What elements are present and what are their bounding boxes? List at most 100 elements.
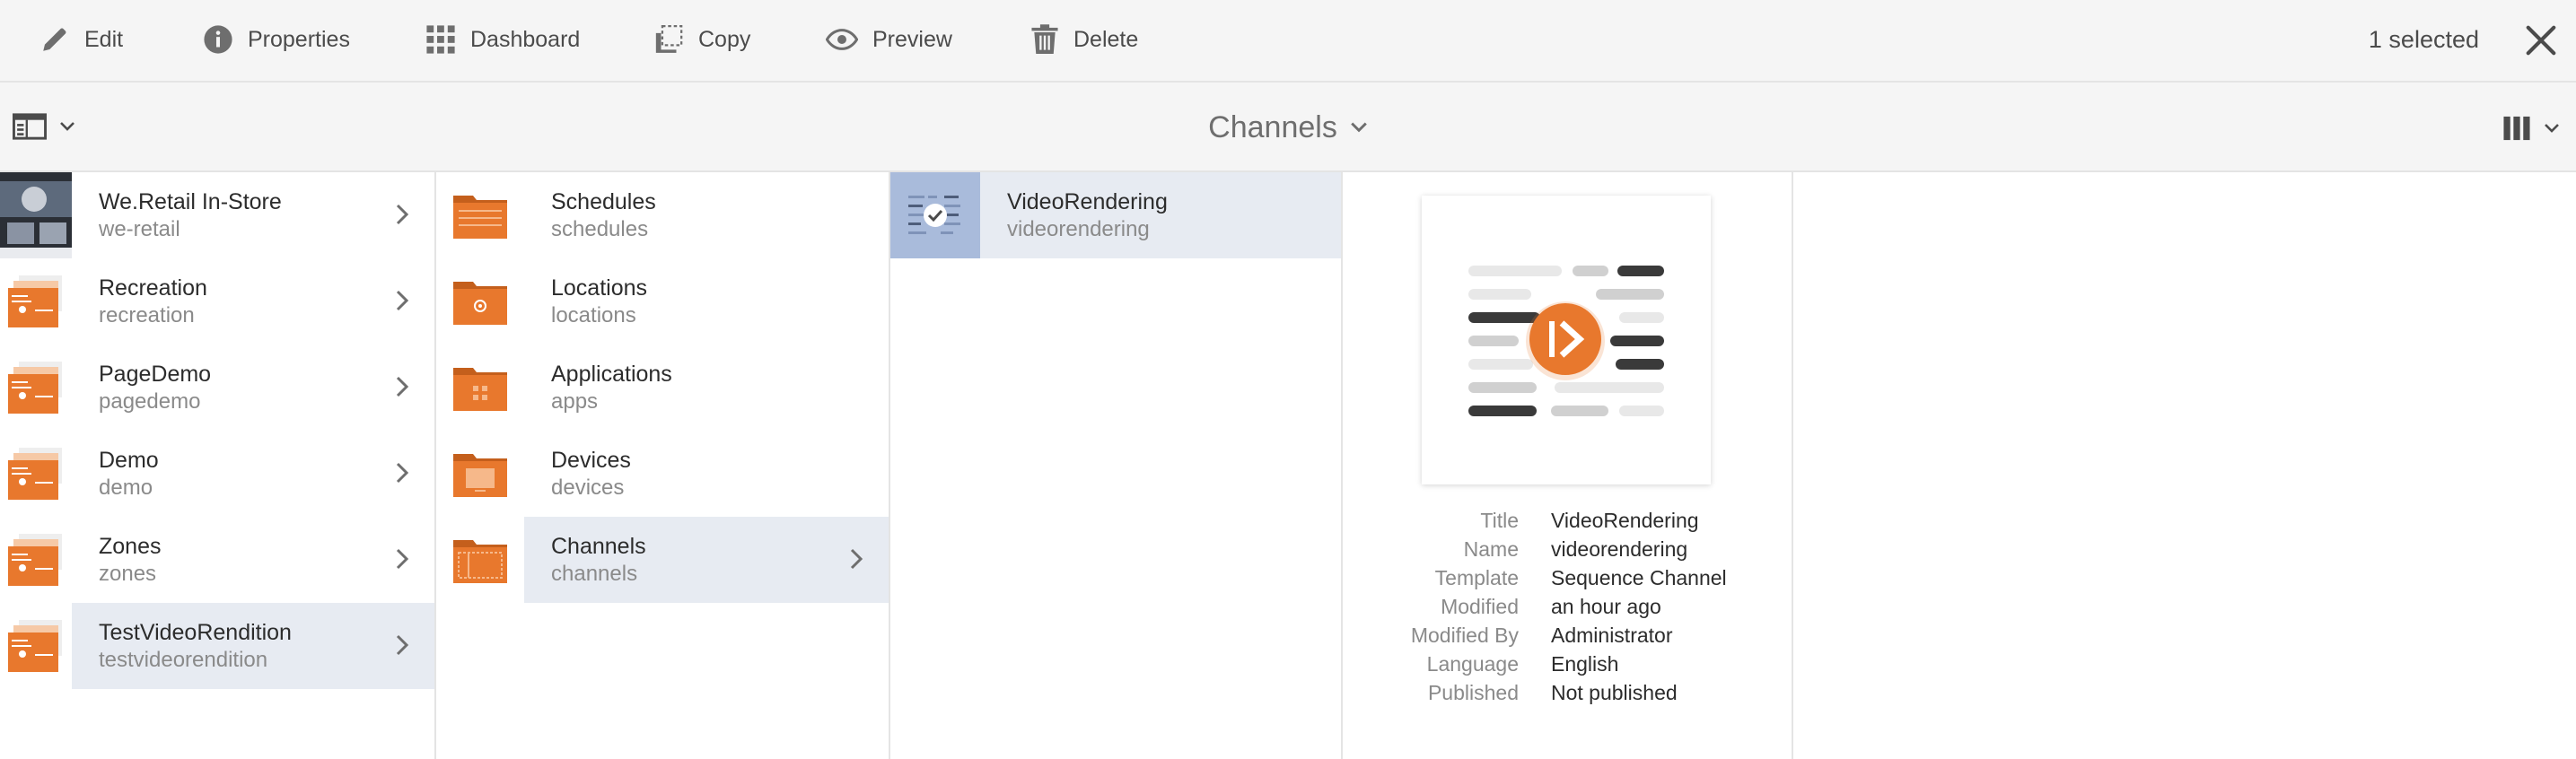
title-bar: Channels (0, 83, 2576, 172)
chevron-right-icon (396, 290, 409, 311)
item-title: Demo (99, 448, 159, 473)
item-title: VideoRendering (1007, 189, 1168, 214)
item-title: PageDemo (99, 362, 212, 387)
item-name: pagedemo (99, 389, 201, 414)
selected-thumbnail (890, 172, 980, 258)
meta-label: Modified (1441, 594, 1519, 618)
item-name: zones (99, 562, 157, 586)
meta-row: Name videorendering (1343, 535, 1793, 563)
details-panel: Title VideoRendering Name videorendering… (1343, 172, 1793, 759)
item-title: We.Retail In-Store (99, 189, 282, 214)
list-item[interactable]: Demo demo (0, 431, 434, 517)
list-item[interactable]: VideoRendering videorendering (890, 172, 1341, 258)
properties-label: Properties (248, 26, 350, 52)
grid-icon (426, 25, 455, 54)
chevron-down-icon[interactable] (1350, 121, 1368, 134)
column-3: VideoRendering videorendering (890, 172, 1343, 759)
selection-count: 1 selected (2368, 25, 2479, 53)
title-area: Channels (0, 83, 2576, 172)
chevron-right-icon (396, 548, 409, 570)
meta-value: an hour ago (1551, 594, 1661, 618)
item-name: we-retail (99, 217, 180, 241)
info-icon (204, 25, 232, 54)
list-item[interactable]: Locations locations (436, 258, 889, 345)
meta-label: Name (1463, 537, 1519, 561)
meta-value: Sequence Channel (1551, 565, 1727, 589)
list-item[interactable]: Zones zones (0, 517, 434, 603)
meta-label: Published (1427, 680, 1519, 704)
list-item[interactable]: Devices devices (436, 431, 889, 517)
dashboard-label: Dashboard (470, 26, 581, 52)
list-item[interactable]: Channels channels (436, 517, 889, 603)
eye-icon (826, 29, 858, 50)
preview-thumbnail (1422, 196, 1711, 484)
meta-row: Language English (1343, 650, 1793, 678)
item-name: testvideorendition (99, 648, 268, 672)
preview-button[interactable]: Preview (826, 0, 952, 79)
action-bar: Edit Properties Dashboard Copy Preview D… (0, 0, 2576, 83)
meta-row: Published Not published (1343, 678, 1793, 707)
page-title: Channels (1208, 109, 1337, 144)
chevron-right-icon (396, 634, 409, 656)
copy-button[interactable]: Copy (653, 0, 750, 79)
folder-icon (436, 258, 524, 345)
trash-icon (1031, 24, 1058, 54)
meta-label: Language (1426, 651, 1519, 676)
list-item[interactable]: Applications apps (436, 345, 889, 431)
list-item[interactable]: Schedules schedules (436, 172, 889, 258)
dashboard-button[interactable]: Dashboard (425, 0, 580, 79)
meta-row: Modified By Administrator (1343, 621, 1793, 650)
chevron-right-icon (396, 204, 409, 225)
meta-value: Administrator (1551, 623, 1673, 647)
item-title: Locations (551, 275, 648, 301)
view-switcher-button[interactable] (2502, 115, 2560, 142)
meta-value: Not published (1551, 680, 1678, 704)
item-title: Applications (551, 362, 672, 387)
item-name: apps (551, 389, 599, 414)
meta-value: videorendering (1551, 537, 1688, 561)
meta-value: English (1551, 651, 1619, 676)
preview-label: Preview (872, 26, 952, 52)
meta-row: Template Sequence Channel (1343, 563, 1793, 592)
item-title: Devices (551, 448, 631, 473)
channel-stack-icon (0, 603, 72, 689)
play-icon (1529, 303, 1601, 375)
item-title: Channels (551, 534, 646, 559)
channel-stack-icon (0, 517, 72, 603)
edit-button[interactable]: Edit (39, 0, 123, 79)
copy-label: Copy (698, 26, 751, 52)
chevron-right-icon (396, 376, 409, 397)
properties-button[interactable]: Properties (203, 0, 350, 79)
item-title: Schedules (551, 189, 656, 214)
item-name: channels (551, 562, 638, 586)
item-name: videorendering (1007, 217, 1150, 241)
list-item[interactable]: PageDemo pagedemo (0, 345, 434, 431)
column-view: We.Retail In-Store we-retail Recreation … (0, 172, 2576, 759)
column-view-icon (2503, 116, 2530, 141)
delete-button[interactable]: Delete (1030, 0, 1138, 79)
item-title: TestVideoRendition (99, 620, 292, 645)
item-name: schedules (551, 217, 649, 241)
meta-value: VideoRendering (1551, 508, 1699, 532)
item-thumbnail (0, 172, 72, 258)
channel-stack-icon (0, 345, 72, 431)
column-2: Schedules schedules Locations locations … (436, 172, 890, 759)
folder-icon (436, 172, 524, 258)
item-name: locations (551, 303, 636, 327)
close-icon[interactable] (2524, 23, 2558, 57)
item-title: Zones (99, 534, 162, 559)
list-item[interactable]: We.Retail In-Store we-retail (0, 172, 434, 258)
item-title: Recreation (99, 275, 207, 301)
list-item[interactable]: TestVideoRendition testvideorendition (0, 603, 434, 689)
edit-label: Edit (84, 26, 124, 52)
chevron-right-icon (396, 462, 409, 484)
item-name: demo (99, 475, 153, 500)
meta-row: Title VideoRendering (1343, 506, 1793, 535)
chevron-right-icon (850, 548, 863, 570)
channel-stack-icon (0, 431, 72, 517)
meta-row: Modified an hour ago (1343, 592, 1793, 621)
chevron-down-icon (2545, 124, 2559, 133)
folder-icon (436, 517, 524, 603)
folder-icon (436, 431, 524, 517)
list-item[interactable]: Recreation recreation (0, 258, 434, 345)
